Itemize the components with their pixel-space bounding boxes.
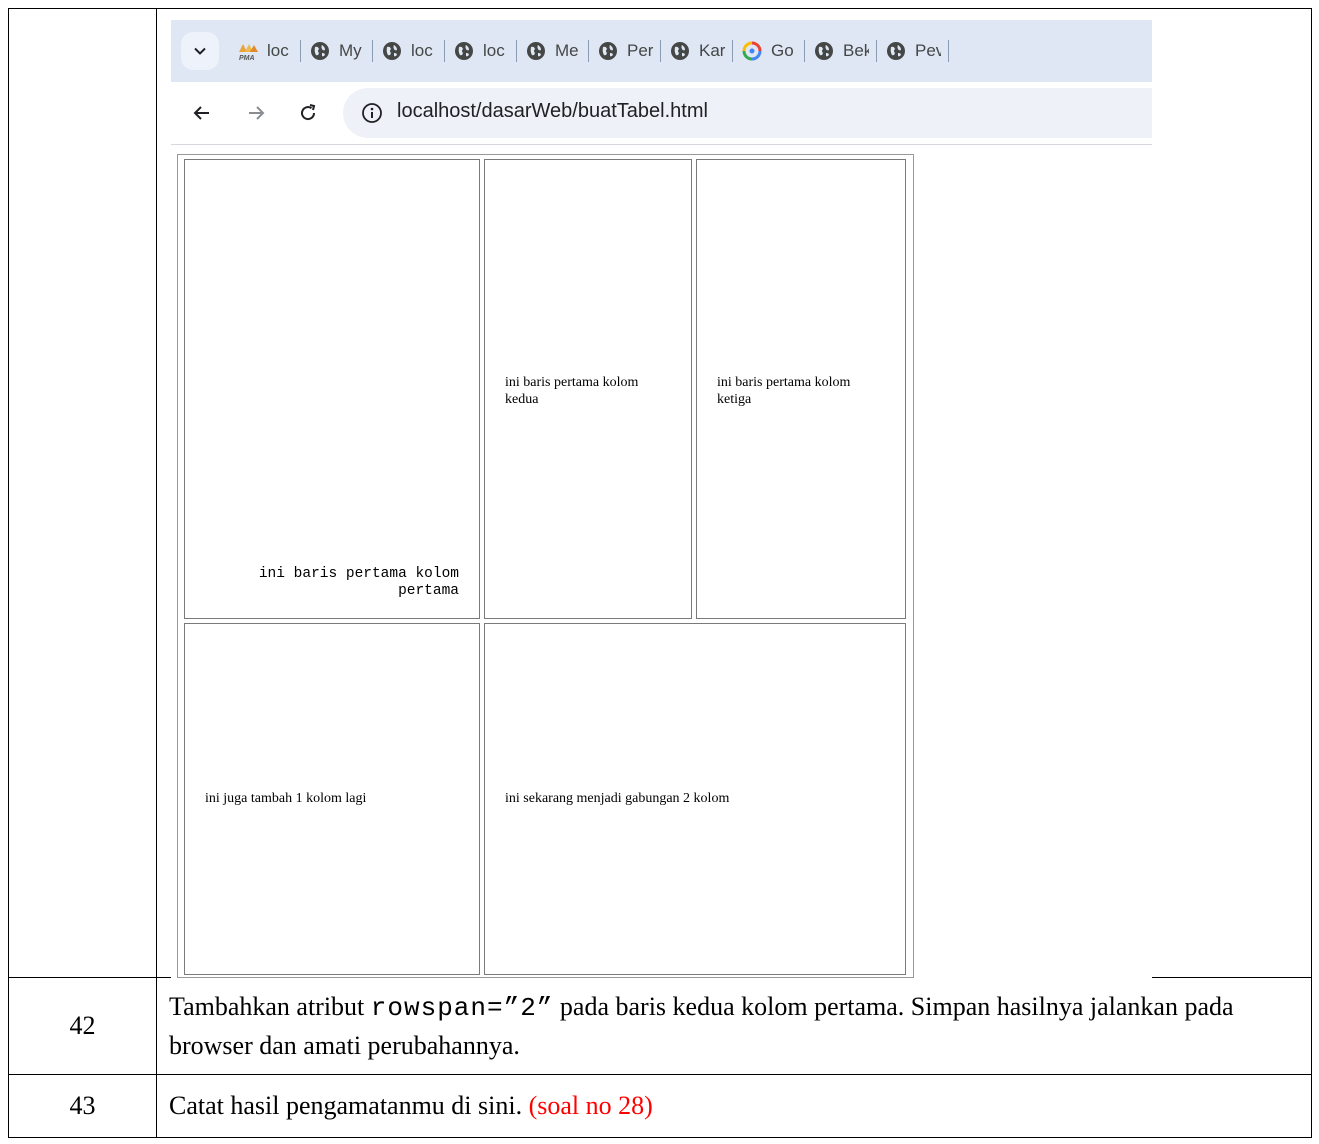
globe-icon [597,40,619,62]
question-reference: (soal no 28) [528,1091,653,1120]
tab-label: Per [627,41,653,60]
cell-text: ini baris pertama kolom kedua [505,375,639,407]
url-text: localhost/dasarWeb/buatTabel.html [397,100,708,122]
tab-label: loc [483,41,505,60]
tab-label: Go [771,41,794,60]
globe-icon [309,40,331,62]
svg-text:PMA: PMA [239,55,255,62]
chevron-down-icon [194,47,206,55]
browser-tab[interactable]: Go [733,36,805,66]
browser-tab[interactable]: loc [445,36,517,66]
table-cell-r2c1: ini juga tambah 1 kolom lagi [184,623,480,975]
table-cell-r1c3: ini baris pertama kolom ketiga [696,159,906,619]
address-bar[interactable]: localhost/dasarWeb/buatTabel.html [343,88,1152,138]
arrow-right-icon [249,106,265,120]
instruction-text-part: Tambahkan atribut [169,991,371,1021]
cell-text: ini juga tambah 1 kolom lagi [205,791,367,806]
browser-screenshot: PMA loc My loc loc Me Per Kar Go Bek Pev… [171,20,1152,978]
browser-tab[interactable]: Pev [877,36,949,66]
browser-tab[interactable]: Me [517,36,589,66]
tab-label: Pev [915,41,941,60]
instruction-text: Catat hasil pengamatanmu di sini. (soal … [156,1074,1312,1138]
back-button[interactable] [189,100,215,126]
cell-text: ini baris pertama kolom pertama [258,566,459,599]
browser-toolbar: localhost/dasarWeb/buatTabel.html [171,82,1152,145]
row-number-cell [8,8,157,978]
browser-tab[interactable]: loc [373,36,445,66]
tab-label: Bek [843,41,869,60]
instruction-text-part: Catat hasil pengamatanmu di sini. [169,1091,529,1120]
globe-icon [453,40,475,62]
arrow-left-icon [193,106,209,120]
browser-tab[interactable]: My [301,36,373,66]
worksheet-row-43: 43 Catat hasil pengamatanmu di sini. (so… [8,1074,1312,1138]
rowspan-code: rowspan=”2” [370,992,554,1023]
browser-tab[interactable]: Kar [661,36,733,66]
globe-icon [885,40,907,62]
globe-icon [669,40,691,62]
browser-tab[interactable]: Per [589,36,661,66]
globe-icon [381,40,403,62]
row-number-cell: 43 [8,1074,157,1138]
rendered-table: ini baris pertama kolom pertama ini bari… [177,154,914,978]
row-number-cell: 42 [8,977,157,1075]
reload-icon [301,104,316,121]
tab-label: Me [555,41,579,60]
pma-icon: PMA [237,40,259,62]
table-cell-r2c2: ini sekarang menjadi gabungan 2 kolom [484,623,906,975]
worksheet-row-42: 42 Tambahkan atribut rowspan=”2” pada ba… [8,977,1312,1075]
instruction-text: Tambahkan atribut rowspan=”2” pada baris… [156,977,1312,1075]
tab-label: loc [411,41,433,60]
reload-button[interactable] [295,100,321,126]
tab-search-button[interactable] [181,32,219,70]
table-cell-r1c2: ini baris pertama kolom kedua [484,159,692,619]
info-icon[interactable] [361,102,383,124]
cell-text: ini baris pertama kolom ketiga [717,375,851,407]
tab-list: PMA loc My loc loc Me Per Kar Go Bek Pev [229,36,949,66]
forward-button[interactable] [243,100,269,126]
tab-label: loc [267,41,289,60]
browser-tab[interactable]: Bek [805,36,877,66]
globe-icon [525,40,547,62]
tab-label: Kar [699,41,725,60]
table-cell-r1c1: ini baris pertama kolom pertama [184,159,480,619]
google-icon [741,40,763,62]
tab-strip: PMA loc My loc loc Me Per Kar Go Bek Pev [171,20,1152,82]
browser-tab[interactable]: PMA loc [229,36,301,66]
cell-text: ini sekarang menjadi gabungan 2 kolom [505,791,730,806]
globe-icon [813,40,835,62]
tab-label: My [339,41,362,60]
